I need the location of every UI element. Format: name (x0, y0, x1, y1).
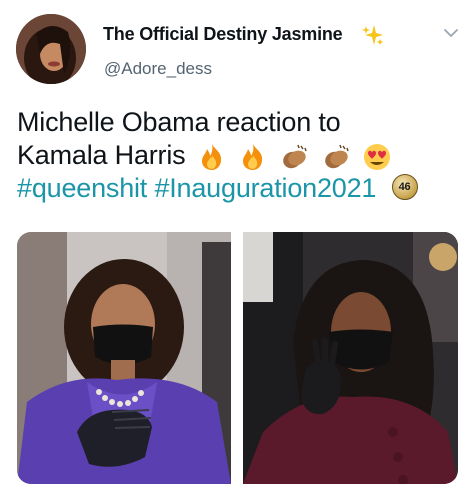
tweet-card: The Official Destiny Jasmine @Adore_dess… (0, 0, 474, 502)
tweet-text: Michelle Obama reaction to Kamala Harris (17, 106, 467, 205)
tweet-text-line-3: #queenshit #Inauguration2021 46 (17, 172, 467, 205)
avatar[interactable] (16, 14, 86, 84)
clapping-hands-icon (279, 143, 309, 171)
michelle-obama-photo[interactable] (243, 232, 458, 484)
sparkle-icon (362, 25, 383, 45)
handle[interactable]: @Adore_dess (104, 59, 212, 79)
hashtag-link[interactable]: #Inauguration2021 (154, 173, 376, 203)
tweet-text-line-2: Kamala Harris (17, 139, 467, 172)
hashtag-link[interactable]: #queenshit (17, 173, 147, 203)
display-name[interactable]: The Official Destiny Jasmine (103, 24, 343, 45)
tweet-text-line-1: Michelle Obama reaction to (17, 107, 341, 137)
clapping-hands-icon (321, 143, 351, 171)
emoji-row (197, 143, 396, 171)
avatar-image (16, 14, 86, 84)
fire-icon (238, 143, 268, 171)
tweet-text-line-2-label: Kamala Harris (17, 140, 186, 170)
kamala-harris-photo[interactable] (17, 232, 231, 484)
heart-eyes-icon (362, 143, 392, 171)
chevron-down-icon[interactable] (443, 27, 459, 39)
inauguration-46-badge-icon: 46 (391, 173, 418, 200)
fire-icon (197, 143, 227, 171)
